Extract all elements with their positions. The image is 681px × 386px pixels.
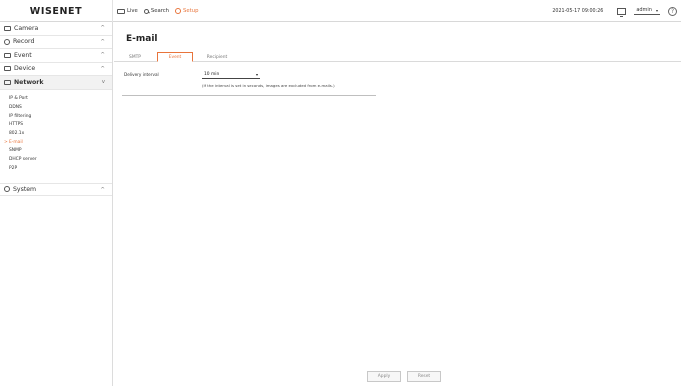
chevron-down-icon: v bbox=[101, 79, 105, 85]
sidebar-item-record[interactable]: Record ^ bbox=[0, 36, 112, 49]
submenu-email[interactable]: E-mail bbox=[4, 138, 112, 147]
camera-icon bbox=[4, 25, 11, 31]
submenu-snmp[interactable]: SNMP bbox=[9, 147, 112, 156]
help-icon[interactable]: ? bbox=[668, 6, 677, 16]
user-name: admin bbox=[636, 7, 652, 13]
nav-search[interactable]: Search bbox=[143, 8, 170, 14]
sidebar-item-system[interactable]: System ^ bbox=[0, 182, 112, 197]
nav-setup[interactable]: Setup bbox=[175, 8, 198, 14]
event-icon bbox=[4, 52, 11, 58]
delivery-interval-value: 10 min bbox=[204, 71, 220, 77]
search-icon bbox=[143, 8, 149, 14]
network-submenu: IP & Port DDNS IP filtering HTTPS 802.1x… bbox=[0, 90, 112, 179]
nav-search-label: Search bbox=[150, 8, 170, 14]
submenu-dhcp-server[interactable]: DHCP server bbox=[9, 155, 112, 164]
chevron-down-icon: ▾ bbox=[655, 7, 658, 13]
system-icon bbox=[4, 186, 10, 193]
sidebar-item-label: System bbox=[13, 185, 37, 193]
sidebar-item-label: Event bbox=[14, 51, 32, 59]
divider bbox=[122, 95, 376, 96]
sidebar-item-network[interactable]: Network v bbox=[0, 76, 112, 90]
top-navigation: Live Search Setup bbox=[117, 0, 198, 22]
tab-recipient[interactable]: Recipient bbox=[197, 52, 237, 62]
submenu-8021x[interactable]: 802.1x bbox=[9, 129, 112, 138]
delivery-interval-select[interactable]: 10 min ▾ bbox=[202, 71, 260, 79]
tab-smtp[interactable]: SMTP bbox=[117, 52, 153, 62]
network-icon bbox=[4, 79, 11, 85]
submenu-ip-filtering[interactable]: IP filtering bbox=[9, 112, 112, 121]
top-bar: WISENET Live Search Setup 2021-05-17 09:… bbox=[0, 0, 681, 22]
interval-note: (If the interval is set in seconds, imag… bbox=[202, 83, 335, 88]
datetime: 2021-05-17 09:00:26 bbox=[552, 8, 604, 14]
reset-button[interactable]: Reset bbox=[407, 371, 441, 382]
chevron-up-icon: ^ bbox=[100, 52, 105, 58]
record-icon bbox=[4, 38, 10, 45]
nav-setup-label: Setup bbox=[183, 8, 199, 14]
submenu-ddns[interactable]: DDNS bbox=[9, 103, 112, 112]
page-title: E-mail bbox=[126, 34, 158, 44]
sidebar-item-camera[interactable]: Camera ^ bbox=[0, 22, 112, 36]
sidebar-item-label: Network bbox=[14, 78, 44, 86]
tab-event[interactable]: Event bbox=[157, 52, 193, 62]
user-menu[interactable]: admin ▾ bbox=[634, 7, 660, 15]
delivery-interval-row: Delivery interval 10 min ▾ bbox=[124, 70, 260, 79]
nav-live-label: Live bbox=[127, 8, 138, 14]
setup-gear-icon bbox=[175, 8, 182, 14]
brand-logo[interactable]: WISENET bbox=[0, 0, 113, 22]
submenu-https[interactable]: HTTPS bbox=[9, 121, 112, 130]
tab-bar: SMTP Event Recipient bbox=[114, 52, 681, 62]
monitor-icon[interactable] bbox=[617, 7, 627, 17]
main-content: E-mail SMTP Event Recipient Delivery int… bbox=[114, 22, 681, 386]
apply-button[interactable]: Apply bbox=[367, 371, 401, 382]
device-icon bbox=[4, 66, 11, 72]
sidebar-item-device[interactable]: Device ^ bbox=[0, 63, 112, 76]
chevron-up-icon: ^ bbox=[100, 65, 105, 72]
chevron-up-icon: ^ bbox=[100, 38, 105, 45]
chevron-down-icon: ▾ bbox=[255, 71, 258, 77]
sidebar-item-label: Device bbox=[14, 65, 36, 73]
delivery-interval-label: Delivery interval bbox=[124, 72, 159, 77]
footer-buttons: Apply Reset bbox=[367, 371, 441, 382]
nav-live[interactable]: Live bbox=[117, 8, 138, 14]
sidebar-item-event[interactable]: Event ^ bbox=[0, 49, 112, 63]
sidebar-item-label: Camera bbox=[14, 24, 39, 32]
submenu-p2p[interactable]: P2P bbox=[9, 164, 112, 173]
sidebar: Camera ^ Record ^ Event ^ Device ^ Netwo… bbox=[0, 22, 113, 386]
top-right-area: 2021-05-17 09:00:26 admin ▾ ? bbox=[552, 0, 677, 22]
sidebar-item-label: Record bbox=[13, 38, 35, 46]
chevron-up-icon: ^ bbox=[100, 186, 105, 193]
chevron-up-icon: ^ bbox=[100, 25, 105, 31]
live-icon bbox=[117, 8, 125, 14]
submenu-ip-port[interactable]: IP & Port bbox=[9, 95, 112, 104]
